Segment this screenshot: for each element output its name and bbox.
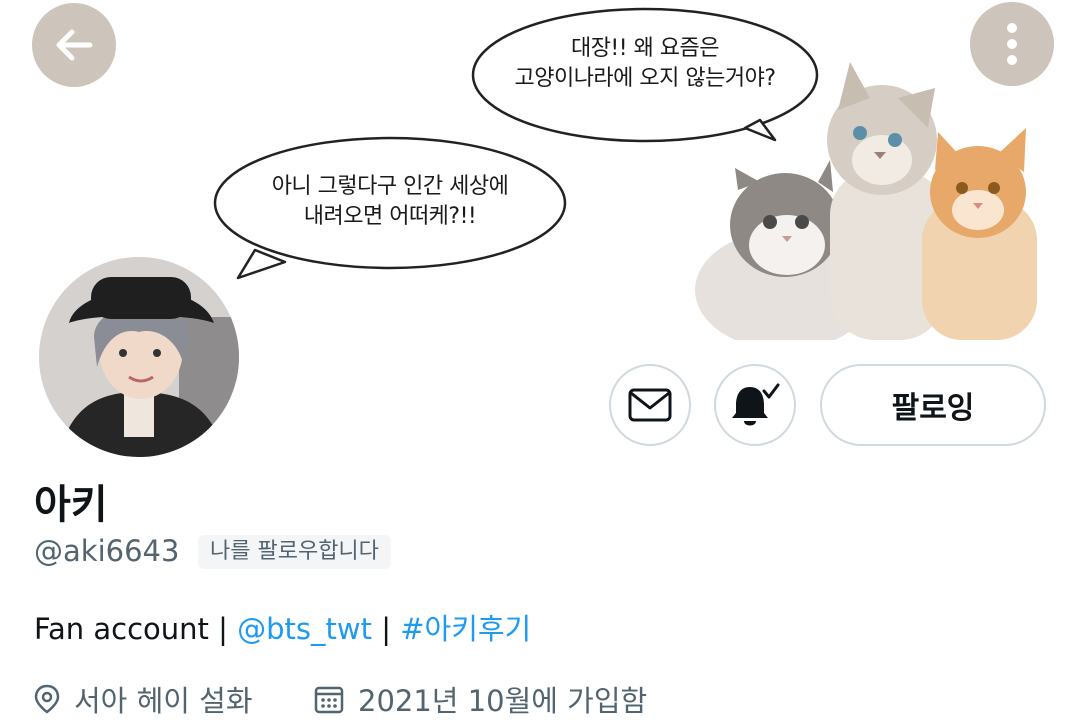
arrow-left-icon <box>56 29 93 61</box>
bio-text: Fan account | <box>34 612 238 646</box>
bell-check-icon <box>732 383 780 426</box>
display-name: 아키 <box>34 482 108 528</box>
envelope-icon <box>628 388 672 422</box>
join-date-text: 2021년 10월에 가입함 <box>358 684 648 718</box>
more-options-button[interactable] <box>970 2 1054 86</box>
location-pin-icon <box>34 684 60 714</box>
avatar[interactable] <box>36 254 242 460</box>
bubble-top-line2: 고양이나라에 오지 않는거야? <box>514 66 776 91</box>
back-button[interactable] <box>32 3 116 87</box>
bio-mention-link[interactable]: @bts_twt <box>237 612 372 646</box>
avatar-photo <box>39 257 239 457</box>
location: 서아 헤이 설화 <box>34 678 253 720</box>
notifications-button[interactable] <box>714 364 796 446</box>
following-button[interactable]: 팔로잉 <box>820 364 1046 446</box>
follows-you-badge: 나를 팔로우합니다 <box>198 535 391 569</box>
bubble-left-line1: 아니 그렇다구 인간 세상에 <box>271 174 509 199</box>
location-text: 서아 헤이 설화 <box>74 684 253 718</box>
speech-bubble-top: 대장!! 왜 요즘은 고양이나라에 오지 않는거야? <box>475 34 815 94</box>
message-button[interactable] <box>609 364 691 446</box>
bubble-left-line2: 내려오면 어떠케?!! <box>303 204 477 229</box>
join-date: 2021년 10월에 가입함 <box>314 678 647 720</box>
cat-right <box>922 128 1037 340</box>
username: @aki6643 <box>34 534 180 568</box>
more-vertical-icon <box>1007 23 1017 65</box>
calendar-icon <box>314 686 344 714</box>
bio: Fan account | @bts_twt | #아키후기 <box>34 606 531 648</box>
bio-separator: | <box>372 612 401 646</box>
bio-hashtag-link[interactable]: #아키후기 <box>400 612 531 646</box>
speech-bubble-left: 아니 그렇다구 인간 세상에 내려오면 어떠케?!! <box>215 172 565 232</box>
bubble-top-line1: 대장!! 왜 요즘은 <box>570 36 720 61</box>
